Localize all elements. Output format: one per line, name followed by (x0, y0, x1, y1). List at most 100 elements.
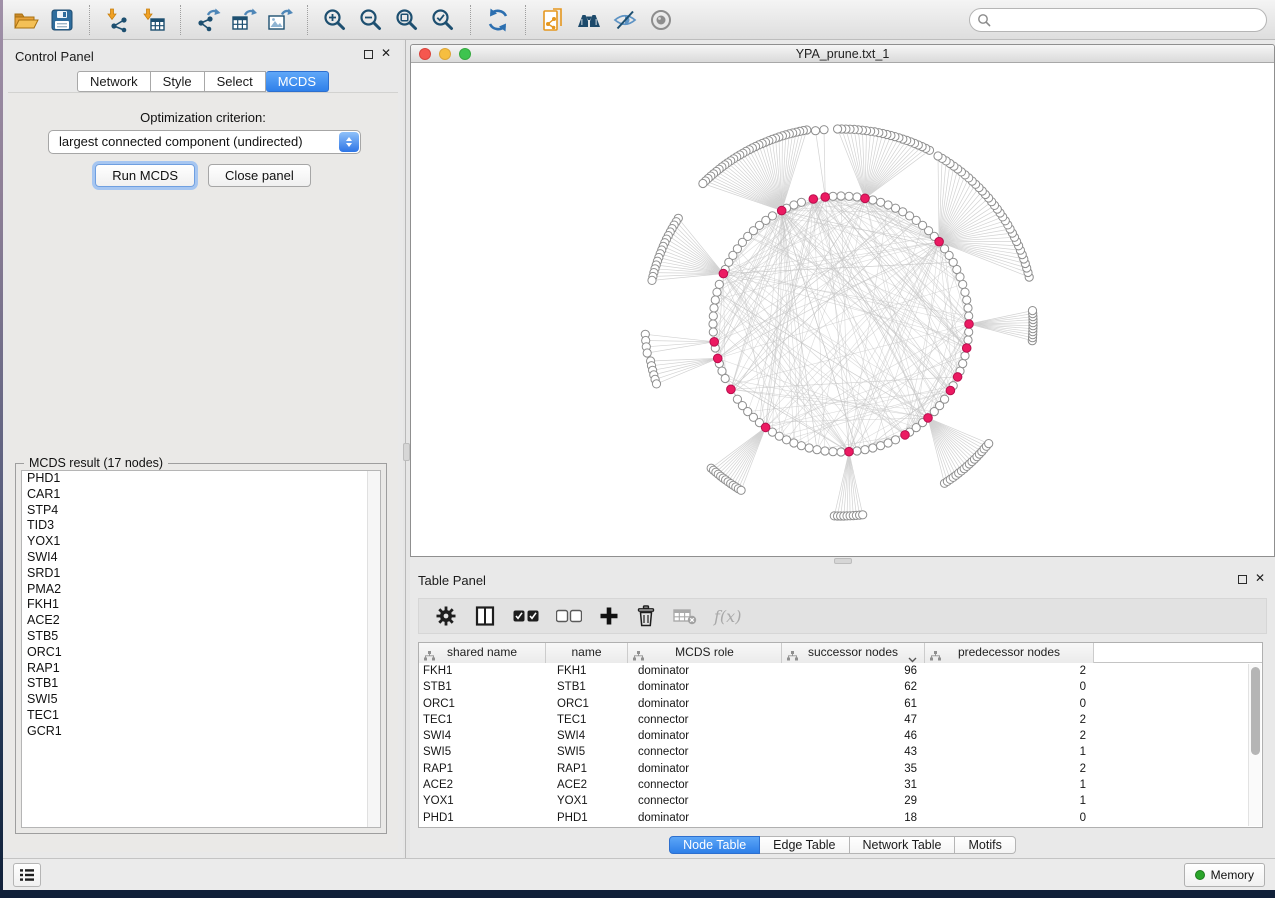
minimize-window-icon[interactable] (439, 48, 451, 60)
zoom-fit-icon[interactable] (389, 4, 425, 36)
list-item[interactable]: RAP1 (22, 661, 380, 677)
show-column-panel-icon[interactable] (474, 603, 496, 629)
horizontal-splitter[interactable] (410, 557, 1275, 565)
list-item[interactable]: YOX1 (22, 534, 380, 550)
tab-style[interactable]: Style (151, 71, 205, 92)
zoom-out-icon[interactable] (353, 4, 389, 36)
list-item[interactable]: STB1 (22, 676, 380, 692)
column-header-MCDS-role[interactable]: MCDS role (628, 643, 782, 663)
tab-motifs[interactable]: Motifs (955, 836, 1015, 854)
close-window-icon[interactable] (419, 48, 431, 60)
list-item[interactable]: ACE2 (22, 613, 380, 629)
shared-column-icon (787, 648, 798, 667)
cell-name: ACE2 (546, 777, 628, 793)
list-item[interactable]: PHD1 (22, 471, 380, 487)
zoom-selected-icon[interactable] (425, 4, 461, 36)
table-row[interactable]: SWI5SWI5connector431 (419, 744, 1262, 760)
network-window-titlebar[interactable]: YPA_prune.txt_1 (411, 45, 1274, 63)
column-header-predecessor-nodes[interactable]: predecessor nodes (925, 643, 1094, 663)
column-label: predecessor nodes (958, 645, 1060, 659)
table-row[interactable]: YOX1YOX1connector291 (419, 793, 1262, 809)
control-panel-title: Control Panel (15, 49, 94, 64)
status-bar: Memory (3, 858, 1275, 890)
search-input[interactable] (969, 8, 1267, 32)
panel-menu-button[interactable] (13, 863, 41, 887)
tab-edge-table[interactable]: Edge Table (760, 836, 849, 854)
table-row[interactable]: STB1STB1dominator620 (419, 679, 1262, 695)
splitter-handle[interactable] (834, 558, 852, 564)
add-column-icon[interactable] (599, 603, 619, 629)
list-item[interactable]: CAR1 (22, 487, 380, 503)
float-panel-icon[interactable] (364, 50, 373, 59)
hide-eye-slash-icon[interactable] (607, 4, 643, 36)
column-header-name[interactable]: name (546, 643, 628, 663)
export-table-icon[interactable] (226, 4, 262, 36)
close-panel-icon[interactable]: ✕ (381, 46, 391, 60)
tab-mcds[interactable]: MCDS (266, 71, 329, 92)
refresh-view-icon[interactable] (480, 4, 516, 36)
delete-table-icon[interactable] (673, 603, 697, 629)
zoom-in-icon[interactable] (317, 4, 353, 36)
list-item[interactable]: PMA2 (22, 582, 380, 598)
network-graph[interactable] (411, 63, 1274, 556)
close-panel-icon[interactable]: ✕ (1255, 571, 1265, 585)
tab-select[interactable]: Select (205, 71, 266, 92)
cell-successor_nodes: 43 (782, 744, 925, 760)
import-table-icon[interactable] (135, 4, 171, 36)
table-row[interactable]: ORC1ORC1dominator610 (419, 696, 1262, 712)
table-row[interactable]: TEC1TEC1connector472 (419, 712, 1262, 728)
list-item[interactable]: SWI5 (22, 692, 380, 708)
memory-button[interactable]: Memory (1184, 863, 1265, 887)
show-eye-icon[interactable] (643, 4, 679, 36)
mcds-result-list[interactable]: PHD1CAR1STP4TID3YOX1SWI4SRD1PMA2FKH1ACE2… (21, 470, 381, 828)
network-from-selection-icon[interactable] (535, 4, 571, 36)
network-canvas[interactable] (411, 63, 1274, 556)
list-item[interactable]: FKH1 (22, 597, 380, 613)
function-builder-icon[interactable]: f(x) (714, 603, 741, 629)
delete-column-trash-icon[interactable] (636, 603, 656, 629)
list-item[interactable]: ORC1 (22, 645, 380, 661)
list-item[interactable]: STB5 (22, 629, 380, 645)
vertical-splitter[interactable] (403, 40, 410, 858)
export-network-icon[interactable] (190, 4, 226, 36)
table-row[interactable]: ACE2ACE2connector311 (419, 777, 1262, 793)
table-row[interactable]: FKH1FKH1dominator962 (419, 663, 1262, 679)
splitter-handle[interactable] (403, 443, 410, 461)
table-row[interactable]: PHD1PHD1dominator180 (419, 810, 1262, 826)
table-row[interactable]: RAP1RAP1dominator352 (419, 761, 1262, 777)
save-session-icon[interactable] (44, 4, 80, 36)
import-network-icon[interactable] (99, 4, 135, 36)
table-scrollbar[interactable] (1248, 664, 1261, 826)
list-item[interactable]: GCR1 (22, 724, 380, 740)
scrollbar-thumb[interactable] (1251, 667, 1260, 755)
column-header-successor-nodes[interactable]: successor nodes (782, 643, 925, 663)
deselect-all-checkboxes-icon[interactable] (556, 603, 582, 629)
column-header-shared-name[interactable]: shared name (419, 643, 546, 663)
cell-predecessor_nodes: 1 (925, 777, 1094, 793)
optimization-criterion-select[interactable]: largest connected component (undirected) (48, 130, 361, 154)
open-file-icon[interactable] (8, 4, 44, 36)
list-item[interactable]: SRD1 (22, 566, 380, 582)
tab-network[interactable]: Network (77, 71, 151, 92)
cell-name: PHD1 (546, 810, 628, 826)
run-mcds-button[interactable]: Run MCDS (95, 164, 195, 187)
close-panel-button[interactable]: Close panel (208, 164, 311, 187)
list-item[interactable]: TEC1 (22, 708, 380, 724)
maximize-window-icon[interactable] (459, 48, 471, 60)
export-image-icon[interactable] (262, 4, 298, 36)
network-window-title: YPA_prune.txt_1 (411, 45, 1274, 63)
cell-predecessor_nodes: 2 (925, 761, 1094, 777)
list-scrollbar[interactable] (367, 471, 380, 827)
float-panel-icon[interactable] (1238, 575, 1247, 584)
tab-node-table[interactable]: Node Table (669, 836, 760, 854)
list-item[interactable]: SWI4 (22, 550, 380, 566)
search-binoculars-icon[interactable] (571, 4, 607, 36)
select-all-checkboxes-icon[interactable] (513, 603, 539, 629)
tab-network-table[interactable]: Network Table (850, 836, 956, 854)
list-item[interactable]: STP4 (22, 503, 380, 519)
list-item[interactable]: TID3 (22, 518, 380, 534)
column-settings-gear-icon[interactable] (435, 603, 457, 629)
shared-column-icon (424, 648, 435, 667)
table-row[interactable]: SWI4SWI4dominator462 (419, 728, 1262, 744)
cell-mcds_role: dominator (628, 663, 782, 679)
